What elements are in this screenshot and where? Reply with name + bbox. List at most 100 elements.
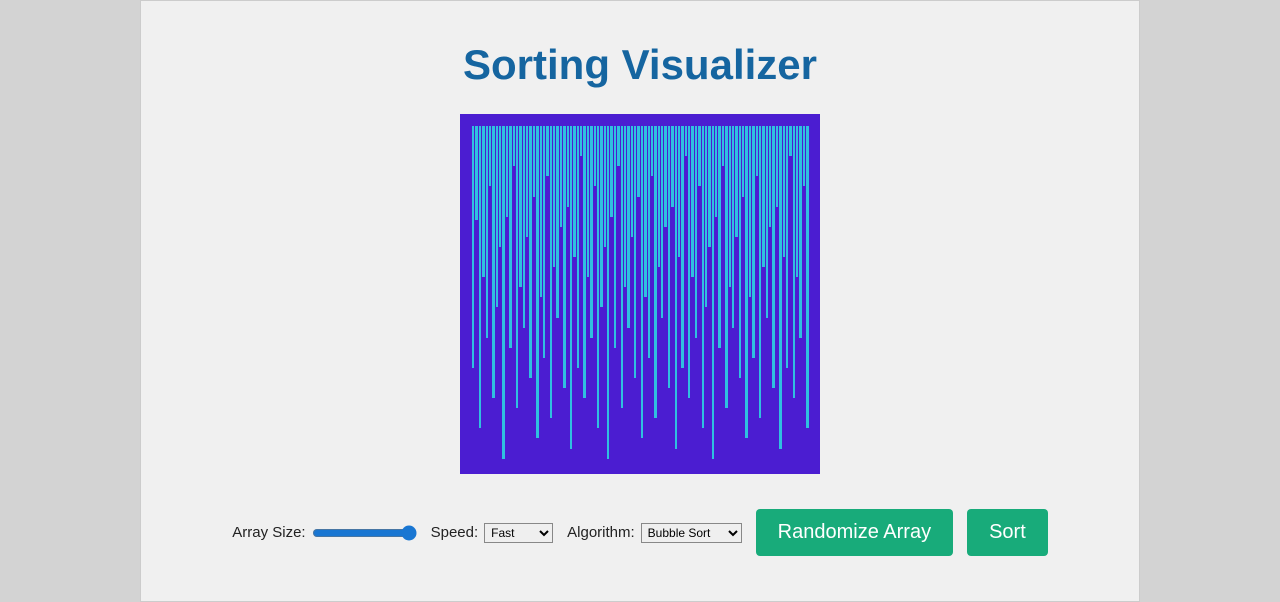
viz-bar — [732, 126, 734, 328]
viz-bar — [577, 126, 579, 368]
viz-bar — [789, 126, 791, 156]
viz-bar — [776, 126, 778, 207]
viz-bar — [799, 126, 801, 338]
viz-bar — [752, 126, 754, 358]
viz-bar — [540, 126, 542, 297]
algorithm-label: Algorithm: — [567, 524, 635, 541]
viz-bar — [496, 126, 498, 307]
viz-bar — [486, 126, 488, 338]
algorithm-control: Algorithm: Bubble SortSelection SortInse… — [567, 523, 742, 543]
viz-bar — [526, 126, 528, 237]
speed-label: Speed: — [431, 524, 479, 541]
viz-bar — [654, 126, 656, 418]
viz-bar — [769, 126, 771, 227]
speed-select[interactable]: SlowMediumFast — [484, 523, 553, 543]
viz-bar — [729, 126, 731, 287]
viz-bar — [695, 126, 697, 338]
viz-bar — [536, 126, 538, 438]
viz-bar — [786, 126, 788, 368]
viz-bar — [725, 126, 727, 408]
viz-bar — [563, 126, 565, 388]
viz-bar — [779, 126, 781, 449]
viz-bar — [712, 126, 714, 459]
viz-bar — [621, 126, 623, 408]
array-size-control: Array Size: — [232, 524, 416, 541]
viz-bar — [634, 126, 636, 378]
viz-bar — [594, 126, 596, 186]
viz-bar — [691, 126, 693, 277]
app-frame: Sorting Visualizer Array Size: Speed: Sl… — [140, 0, 1140, 602]
viz-bar — [745, 126, 747, 438]
viz-bar — [698, 126, 700, 186]
viz-bar — [627, 126, 629, 328]
viz-bar — [472, 126, 474, 368]
visualizer-wrap — [141, 114, 1139, 474]
viz-bar — [573, 126, 575, 257]
viz-bar — [475, 126, 477, 220]
viz-bar — [523, 126, 525, 328]
viz-bar — [688, 126, 690, 398]
viz-bar — [705, 126, 707, 307]
viz-bar — [766, 126, 768, 318]
viz-bar — [614, 126, 616, 348]
viz-bar — [685, 126, 687, 156]
viz-bar — [597, 126, 599, 428]
array-size-label: Array Size: — [232, 524, 305, 541]
page-title: Sorting Visualizer — [141, 41, 1139, 89]
viz-bar — [793, 126, 795, 398]
viz-bar — [806, 126, 808, 428]
viz-bar — [533, 126, 535, 197]
viz-bar — [604, 126, 606, 247]
viz-bar — [587, 126, 589, 277]
viz-bar — [651, 126, 653, 176]
viz-bar — [722, 126, 724, 166]
viz-bar — [570, 126, 572, 449]
viz-bar — [664, 126, 666, 227]
viz-bar — [742, 126, 744, 197]
viz-bar — [668, 126, 670, 388]
viz-bar — [513, 126, 515, 166]
viz-bar — [759, 126, 761, 418]
viz-bar — [516, 126, 518, 408]
viz-bar — [675, 126, 677, 449]
viz-bar — [708, 126, 710, 247]
controls-row: Array Size: Speed: SlowMediumFast Algori… — [141, 509, 1139, 556]
viz-bar — [543, 126, 545, 358]
sort-button[interactable]: Sort — [967, 509, 1048, 556]
viz-bar — [600, 126, 602, 307]
viz-bar — [556, 126, 558, 318]
viz-bar — [735, 126, 737, 237]
viz-bar — [482, 126, 484, 277]
viz-bar — [509, 126, 511, 348]
viz-bar — [671, 126, 673, 207]
viz-bar — [550, 126, 552, 418]
viz-bar — [529, 126, 531, 378]
viz-bar — [702, 126, 704, 428]
viz-bar — [678, 126, 680, 257]
viz-bar — [502, 126, 504, 459]
viz-bar — [624, 126, 626, 287]
viz-bar — [644, 126, 646, 297]
viz-bar — [499, 126, 501, 247]
viz-bar — [546, 126, 548, 176]
viz-bar — [803, 126, 805, 186]
viz-bar — [718, 126, 720, 348]
array-size-slider[interactable] — [312, 525, 417, 541]
viz-bar — [762, 126, 764, 267]
viz-bar — [658, 126, 660, 267]
viz-bar — [637, 126, 639, 197]
viz-bar — [739, 126, 741, 378]
viz-bar — [772, 126, 774, 388]
viz-bar — [583, 126, 585, 398]
viz-bar — [580, 126, 582, 156]
viz-bar — [749, 126, 751, 297]
viz-bar — [631, 126, 633, 237]
viz-bar — [661, 126, 663, 318]
randomize-button[interactable]: Randomize Array — [756, 509, 953, 556]
viz-bar — [560, 126, 562, 227]
algorithm-select[interactable]: Bubble SortSelection SortInsertion SortM… — [641, 523, 742, 543]
viz-bar — [681, 126, 683, 368]
viz-bar — [519, 126, 521, 287]
viz-bar — [617, 126, 619, 166]
viz-bar — [489, 126, 491, 186]
